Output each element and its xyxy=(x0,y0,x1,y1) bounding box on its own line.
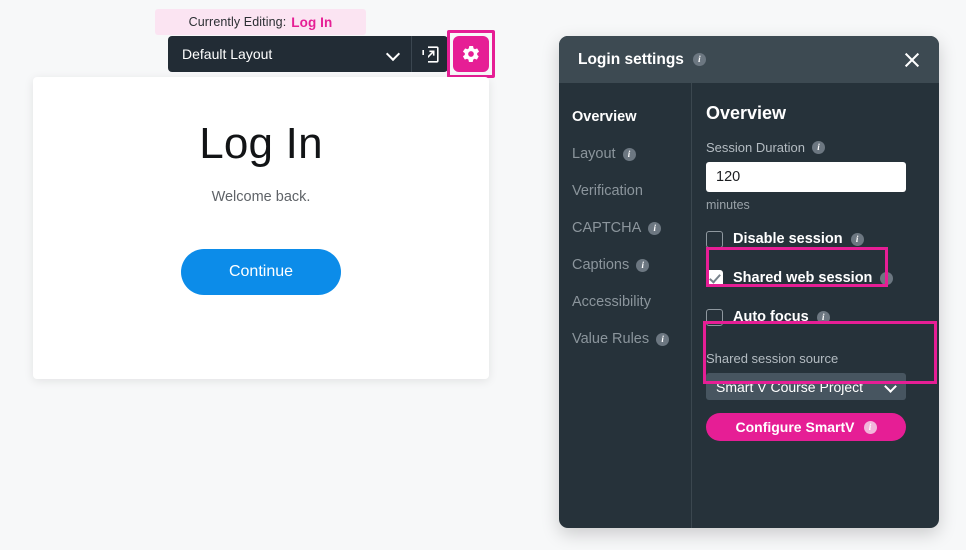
currently-editing-value: Log In xyxy=(291,14,333,30)
panel-title: Login settings xyxy=(578,50,684,68)
layout-toolbar: Default Layout xyxy=(168,36,448,72)
sidebar-item-label: Captions xyxy=(572,257,630,273)
session-duration-label-row: Session Duration i xyxy=(706,140,939,155)
sidebar-item-captions[interactable]: Captions i xyxy=(572,253,691,277)
currently-editing-banner: Currently Editing: Log In xyxy=(155,9,366,35)
session-duration-label: Session Duration xyxy=(706,140,805,155)
auto-focus-checkbox[interactable] xyxy=(706,308,723,326)
checkbox-label: Disable session xyxy=(733,231,843,247)
sidebar-item-captcha[interactable]: CAPTCHA i xyxy=(572,216,691,240)
info-icon[interactable]: i xyxy=(656,332,670,346)
info-icon[interactable]: i xyxy=(816,310,830,324)
info-icon[interactable]: i xyxy=(692,53,706,66)
session-duration-units: minutes xyxy=(706,198,750,212)
info-icon[interactable]: i xyxy=(636,258,650,272)
info-icon[interactable]: i xyxy=(648,221,662,235)
info-icon[interactable]: i xyxy=(850,232,864,246)
checkbox-row-auto-focus[interactable]: Auto focus i xyxy=(706,305,939,329)
sidebar-item-label: Overview xyxy=(572,109,637,125)
info-icon[interactable]: i xyxy=(880,271,894,285)
checkbox-label: Shared web session xyxy=(733,270,873,286)
login-settings-panel: Login settings i Overview Layout i Verif… xyxy=(559,36,939,528)
close-button[interactable] xyxy=(899,47,925,73)
shared-web-session-checkbox[interactable] xyxy=(706,269,723,287)
settings-gear-button[interactable] xyxy=(453,36,489,72)
open-in-new-window-button[interactable] xyxy=(412,36,448,72)
panel-header: Login settings i xyxy=(559,36,939,83)
checkbox-row-disable-session[interactable]: Disable session i xyxy=(706,227,939,251)
login-title: Log In xyxy=(199,119,323,168)
login-preview-card: Log In Welcome back. Continue xyxy=(33,77,489,379)
sidebar-item-label: CAPTCHA xyxy=(572,220,642,236)
panel-content: Overview Session Duration i minutes Disa… xyxy=(692,83,939,528)
sidebar-item-label: Verification xyxy=(572,183,643,199)
content-heading: Overview xyxy=(706,103,787,123)
sidebar-item-overview[interactable]: Overview xyxy=(572,105,691,129)
chevron-down-icon xyxy=(885,381,897,393)
chevron-down-icon xyxy=(387,48,400,61)
shared-session-source-group: Shared session source Smart V Course Pro… xyxy=(706,351,939,400)
layout-select[interactable]: Default Layout xyxy=(168,36,412,72)
sidebar-item-accessibility[interactable]: Accessibility xyxy=(572,290,691,314)
login-subtitle: Welcome back. xyxy=(211,189,311,205)
configure-smartv-label: Configure SmartV xyxy=(735,419,855,435)
shared-session-source-label: Shared session source xyxy=(706,351,839,366)
panel-body: Overview Layout i Verification CAPTCHA i… xyxy=(559,83,939,528)
checkbox-label: Auto focus xyxy=(733,309,809,325)
shared-session-source-select[interactable]: Smart V Course Project xyxy=(706,373,906,400)
panel-sidebar: Overview Layout i Verification CAPTCHA i… xyxy=(559,83,692,528)
sidebar-item-label: Value Rules xyxy=(572,331,650,347)
info-icon[interactable]: i xyxy=(622,147,636,161)
shared-session-source-value: Smart V Course Project xyxy=(716,378,864,395)
layout-select-value: Default Layout xyxy=(182,46,273,62)
session-duration-input[interactable] xyxy=(706,162,906,192)
checkbox-row-shared-web-session[interactable]: Shared web session i xyxy=(706,266,939,290)
info-icon[interactable]: i xyxy=(863,420,877,434)
gear-icon xyxy=(463,45,479,63)
sidebar-item-label: Layout xyxy=(572,146,616,162)
sidebar-item-label: Accessibility xyxy=(572,294,651,310)
sidebar-item-value-rules[interactable]: Value Rules i xyxy=(572,327,691,351)
continue-button[interactable]: Continue xyxy=(181,249,341,295)
info-icon[interactable]: i xyxy=(812,141,825,154)
disable-session-checkbox[interactable] xyxy=(706,230,723,248)
sidebar-item-layout[interactable]: Layout i xyxy=(572,142,691,166)
open-in-new-window-icon xyxy=(421,45,439,63)
sidebar-item-verification[interactable]: Verification xyxy=(572,179,691,203)
shared-session-source-label-row: Shared session source xyxy=(706,351,939,366)
currently-editing-label: Currently Editing: xyxy=(188,15,287,29)
configure-smartv-button[interactable]: Configure SmartV i xyxy=(706,413,906,441)
